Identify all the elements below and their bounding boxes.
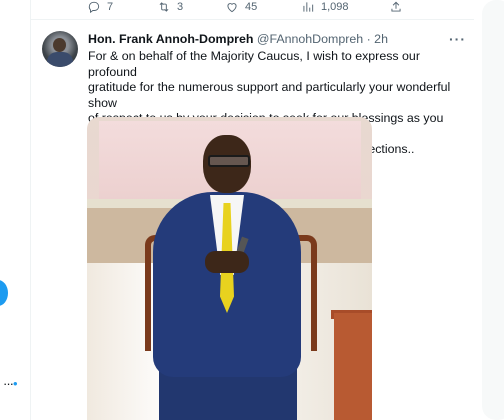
retweet-button[interactable]: 3 <box>157 0 183 14</box>
reply-icon <box>88 1 100 14</box>
heart-icon <box>227 3 237 13</box>
views-icon <box>303 2 314 12</box>
share-icon <box>391 1 401 12</box>
tweet-text-line: For & on behalf of the Majority Caucus, … <box>88 49 420 79</box>
header-separator: · <box>363 32 375 46</box>
retweet-count: 3 <box>177 1 184 13</box>
photo-side-table <box>334 313 372 420</box>
avatar-body <box>47 52 73 67</box>
author-avatar[interactable] <box>42 31 78 67</box>
author-handle[interactable]: @FAnnohDompreh <box>257 32 363 46</box>
previous-tweet-action-bar: 7 3 45 1,098 <box>30 0 474 20</box>
views-count: 1,098 <box>321 1 349 13</box>
left-nav-gutter: ···• <box>0 0 30 420</box>
tweet-time[interactable]: 2h <box>374 32 388 46</box>
avatar-face <box>53 38 66 52</box>
retweet-icon <box>159 2 169 12</box>
tweet-more-icon[interactable]: ··· <box>449 31 466 47</box>
reply-button[interactable]: 7 <box>87 0 113 14</box>
right-sidebar-card-edge <box>482 0 504 420</box>
like-count: 45 <box>245 1 258 13</box>
like-button[interactable]: 45 <box>225 0 257 14</box>
compose-button-edge[interactable] <box>0 280 8 306</box>
photo-person-hands <box>205 251 249 273</box>
photo-person-glasses <box>208 155 250 167</box>
tweet-text-line: gratitude for the numerous support and p… <box>88 80 451 110</box>
tweet-photo[interactable] <box>87 117 372 420</box>
author-name[interactable]: Hon. Frank Annoh-Dompreh <box>88 32 253 46</box>
tweet-header: Hon. Frank Annoh-Dompreh @FAnnohDompreh … <box>88 32 388 46</box>
account-more-icon[interactable]: ···• <box>3 376 17 391</box>
views-button[interactable]: 1,098 <box>301 0 349 14</box>
reply-count: 7 <box>107 1 114 13</box>
share-button[interactable] <box>389 0 403 14</box>
